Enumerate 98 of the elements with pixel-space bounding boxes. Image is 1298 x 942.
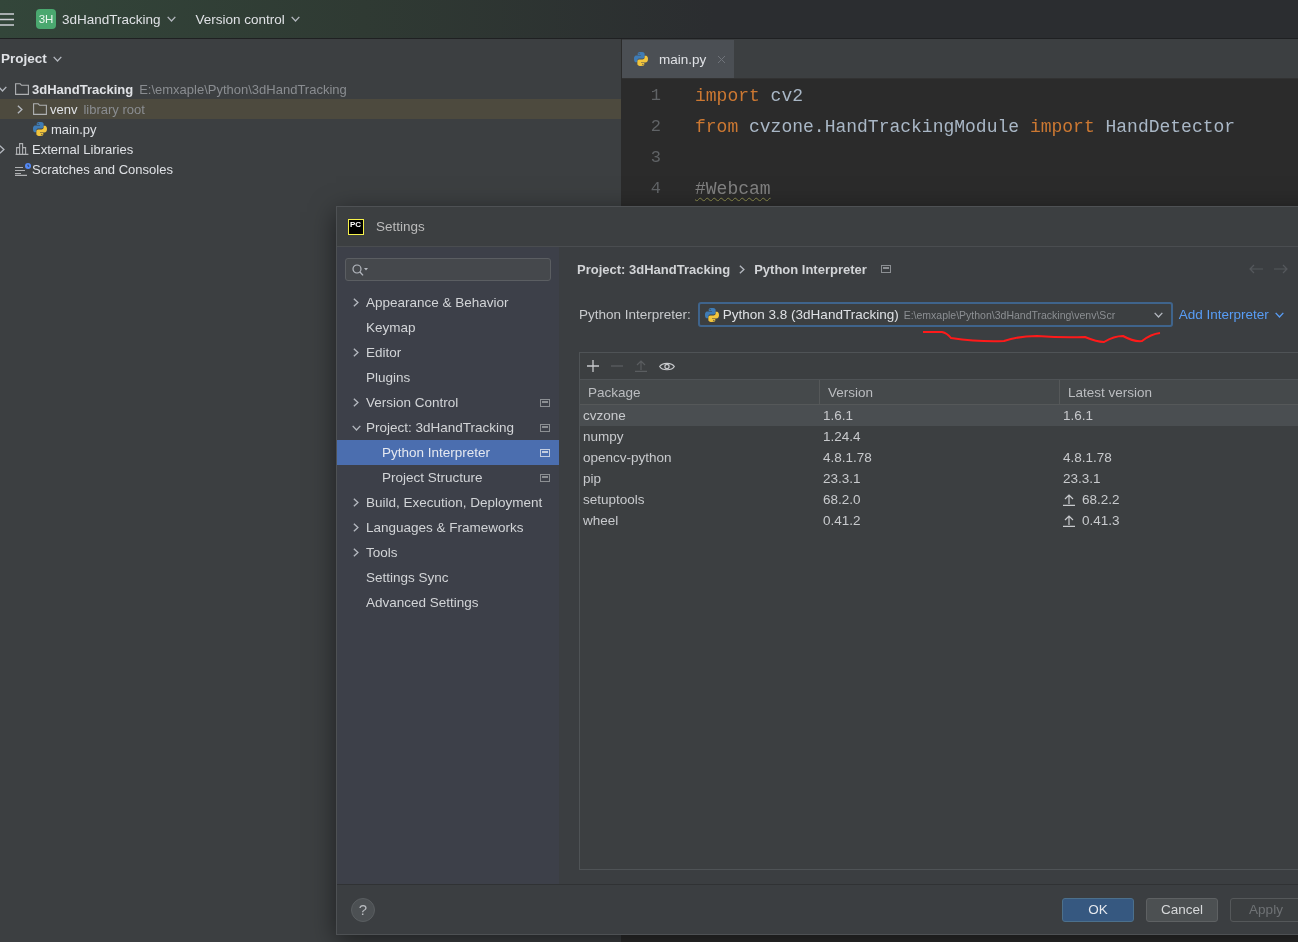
project-selector[interactable]: 3H 3dHandTracking [36, 9, 176, 29]
tree-item[interactable]: External Libraries [0, 139, 621, 159]
nav-item[interactable]: Settings Sync [337, 565, 559, 590]
nav-item[interactable]: Advanced Settings [337, 590, 559, 615]
interpreter-dropdown[interactable]: Python 3.8 (3dHandTracking) E:\emxaple\Python\3dHandTracking\venv\Scr [697, 302, 1173, 327]
path-hint: library root [83, 101, 145, 117]
nav-item[interactable]: Version Control [337, 390, 559, 415]
table-cell: opencv-python [583, 450, 672, 465]
folder-icon [15, 83, 29, 95]
library-icon [15, 143, 29, 155]
chevron-down-icon[interactable] [1153, 311, 1163, 318]
chevron-right-icon[interactable] [353, 498, 359, 507]
package-row[interactable]: numpy 1.24.4 [580, 426, 1298, 447]
field-label: Python Interpreter: [579, 307, 691, 322]
chevron-right-icon[interactable] [353, 548, 359, 557]
tree-item[interactable]: venv library root [0, 99, 621, 119]
python-icon [33, 122, 47, 136]
nav-item[interactable]: Python Interpreter [337, 440, 559, 465]
tree-item[interactable]: 3dHandTracking E:\emxaple\Python\3dHandTracking [0, 79, 621, 99]
package-row[interactable]: opencv-python 4.8.1.78 4.8.1.78 [580, 447, 1298, 468]
chevron-right-icon[interactable] [739, 264, 746, 274]
column-header[interactable]: Package [580, 380, 820, 404]
dialog-button[interactable]: OK [1062, 897, 1134, 922]
package-row[interactable]: pip 23.3.1 23.3.1 [580, 468, 1298, 489]
app-logo: PC [348, 218, 364, 235]
chevron-down-icon[interactable] [52, 55, 62, 62]
chevron-right-icon[interactable] [353, 298, 359, 307]
table-cell: 23.3.1 [823, 471, 861, 486]
line-number: 3 [649, 148, 661, 167]
plus-icon[interactable] [587, 360, 599, 372]
project-badge: 3H [36, 9, 56, 29]
table-cell: pip [583, 471, 601, 486]
table-cell: 4.8.1.78 [1063, 450, 1112, 465]
search-icon [352, 263, 368, 276]
add-interpreter-button[interactable]: Add Interpreter [1178, 307, 1284, 322]
nav-item[interactable]: Editor [337, 340, 559, 365]
table-cell: 0.41.3 [1082, 513, 1120, 528]
chevron-down-icon[interactable] [1274, 311, 1284, 318]
folder-icon [33, 103, 47, 115]
vcs-menu[interactable]: Version control [195, 11, 300, 27]
chevron-right-icon[interactable] [0, 144, 5, 154]
table-cell: wheel [583, 513, 619, 528]
dialog-title: Settings [376, 219, 425, 234]
table-cell: 23.3.1 [1063, 471, 1101, 486]
package-row[interactable]: cvzone 1.6.1 1.6.1 [580, 405, 1298, 426]
python-icon [704, 307, 719, 322]
nav-item[interactable]: Languages & Frameworks [337, 515, 559, 540]
chevron-right-icon[interactable] [17, 104, 23, 114]
tree-item[interactable]: Scratches and Consoles [0, 159, 621, 179]
chevron-down-icon[interactable] [166, 16, 176, 22]
table-cell: 68.2.0 [823, 492, 861, 507]
code-line: #Webcam [695, 178, 771, 199]
table-cell: 1.6.1 [1063, 408, 1094, 423]
search-field[interactable] [345, 258, 551, 281]
table-cell: 1.24.4 [823, 429, 861, 444]
chevron-right-icon[interactable] [353, 523, 359, 532]
nav-item[interactable]: Build, Execution, Deployment [337, 490, 559, 515]
package-row[interactable]: setuptools 68.2.0 68.2.2 [580, 489, 1298, 510]
tree-item[interactable]: main.py [0, 119, 621, 139]
nav-item[interactable]: Plugins [337, 365, 559, 390]
eye-icon[interactable] [659, 360, 675, 372]
nav-item[interactable]: Project Structure [337, 465, 559, 490]
breadcrumb-item[interactable]: Project: 3dHandTracking [577, 261, 731, 277]
scratches-icon [15, 162, 31, 176]
chevron-right-icon[interactable] [353, 398, 359, 407]
table-cell: 1.6.1 [823, 408, 854, 423]
column-header[interactable]: Latest version [1060, 380, 1298, 404]
menu-icon[interactable] [0, 12, 14, 26]
editor-tab[interactable]: main.py [622, 40, 734, 78]
help-button[interactable]: ? [351, 897, 375, 922]
chevron-down-icon[interactable] [290, 16, 300, 22]
package-row[interactable]: wheel 0.41.2 0.41.3 [580, 510, 1298, 531]
line-number: 1 [649, 86, 661, 105]
path-hint: E:\emxaple\Python\3dHandTracking [139, 81, 347, 97]
interpreter-path: E:\emxaple\Python\3dHandTracking\venv\Scr [903, 308, 1116, 321]
nav-item[interactable]: Keymap [337, 315, 559, 340]
table-cell: 0.41.2 [823, 513, 861, 528]
code-line: import cv2 [695, 85, 804, 106]
breadcrumb-item[interactable]: Python Interpreter [754, 261, 867, 277]
line-number: 2 [649, 117, 661, 136]
table-cell: setuptools [583, 492, 645, 507]
chevron-down-icon[interactable] [0, 86, 7, 92]
table-cell: 68.2.2 [1082, 492, 1120, 507]
column-header[interactable]: Version [820, 380, 1060, 404]
python-icon [634, 52, 648, 66]
nav-item[interactable]: Appearance & Behavior [337, 290, 559, 315]
table-cell: 4.8.1.78 [823, 450, 872, 465]
nav-item[interactable]: Project: 3dHandTracking [337, 415, 559, 440]
table-cell: cvzone [583, 408, 626, 423]
code-line: from cvzone.HandTrackingModule import HandDetector [695, 116, 1236, 137]
dialog-button[interactable]: Cancel [1146, 897, 1218, 922]
project-scope-icon [880, 265, 891, 273]
nav-item[interactable]: Tools [337, 540, 559, 565]
table-cell: numpy [583, 429, 624, 444]
panel-title[interactable]: Project [1, 51, 47, 66]
chevron-right-icon[interactable] [353, 348, 359, 357]
chevron-down-icon[interactable] [351, 424, 361, 431]
line-number: 4 [649, 179, 661, 198]
